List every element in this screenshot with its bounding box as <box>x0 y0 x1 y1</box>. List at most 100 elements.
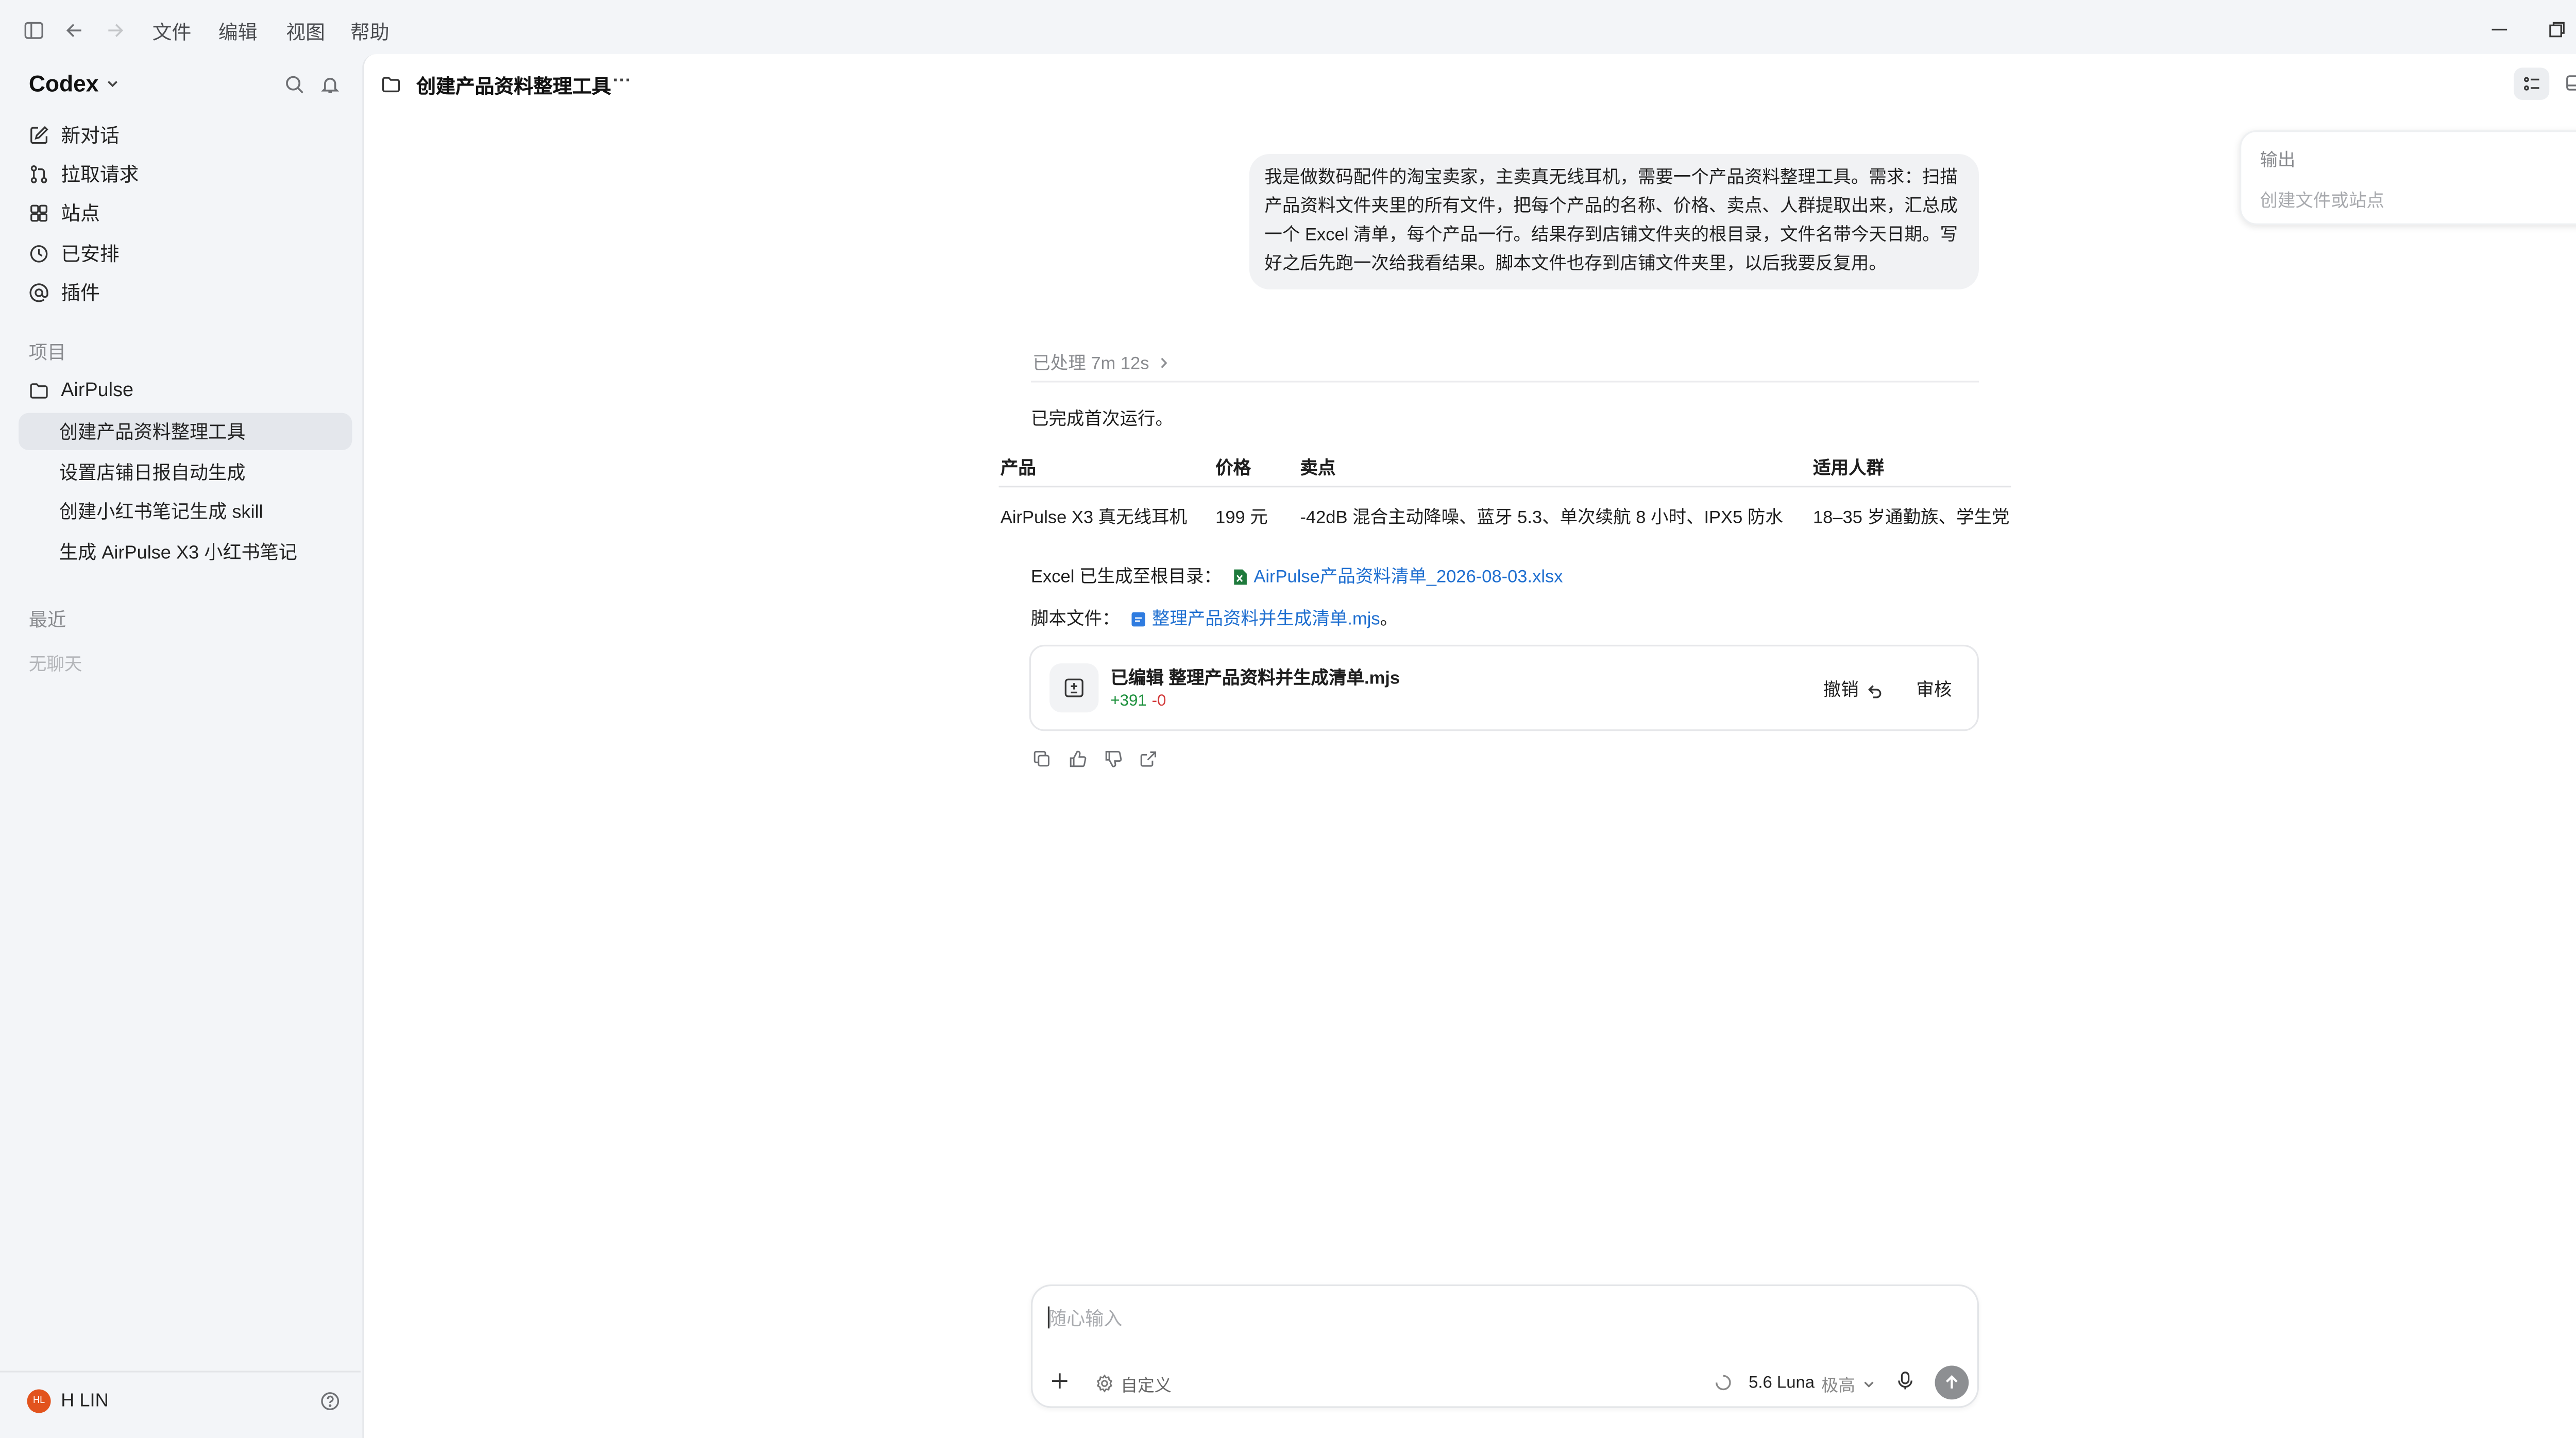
nav-plugins[interactable]: 插件 <box>29 278 100 308</box>
table-cell: 18–35 岁通勤族、学生党 <box>1812 507 2010 528</box>
back-arrow-icon[interactable] <box>64 20 84 40</box>
output-subtitle: 创建文件或站点 <box>2260 191 2384 212</box>
model-selector[interactable]: 5.6 Luna 极高 <box>1749 1371 1875 1396</box>
thumbs-up-icon[interactable] <box>1068 750 1087 768</box>
lines-added: +391 <box>1110 692 1147 711</box>
menu-file[interactable]: 文件 <box>152 19 192 46</box>
diff-stats: +391 -0 <box>1110 692 1166 711</box>
message-input[interactable]: 随心输入 <box>1048 1305 1962 1332</box>
thread-item[interactable]: 创建小红书笔记生成 skill <box>19 492 352 529</box>
thread-item[interactable]: 设置店铺日报自动生成 <box>19 454 352 491</box>
lines-removed: -0 <box>1151 692 1166 711</box>
nav-label: 插件 <box>61 284 100 305</box>
excel-file-icon <box>1232 568 1247 585</box>
file-diff-icon <box>1049 663 1099 713</box>
add-attachment-button[interactable] <box>1049 1371 1070 1391</box>
avatar: HL <box>27 1389 51 1413</box>
edited-file-title: 已编辑 整理产品资料并生成清单.mjs <box>1110 668 1400 689</box>
no-chats-text: 无聊天 <box>28 655 82 675</box>
forward-arrow-icon[interactable] <box>105 20 125 40</box>
share-icon[interactable] <box>1139 750 1158 768</box>
nav-label: 新对话 <box>61 127 120 147</box>
microphone-icon[interactable] <box>1896 1371 1914 1391</box>
undo-button[interactable]: 撤销 <box>1823 677 1883 702</box>
sidebar-divider <box>0 1371 361 1373</box>
menu-view[interactable]: 视图 <box>286 19 325 46</box>
plus-icon <box>1049 1371 1070 1391</box>
loading-spinner-icon <box>1715 1374 1732 1391</box>
review-button[interactable]: 审核 <box>1916 677 1952 702</box>
recent-heading: 最近 <box>28 611 66 631</box>
nav-label: 站点 <box>61 204 100 225</box>
table-header: 卖点 <box>1300 458 1336 479</box>
app-name-switcher[interactable]: Codex <box>29 71 121 96</box>
user-message-bubble: 我是做数码配件的淘宝卖家，主卖真无线耳机，需要一个产品资料整理工具。需求：扫描产… <box>1249 153 1979 289</box>
menu-help[interactable]: 帮助 <box>350 19 389 46</box>
custom-mode-button[interactable]: 自定义 <box>1095 1371 1172 1396</box>
output-title: 输出 <box>2260 150 2296 171</box>
app-window: 文件 编辑 视图 帮助 Codex 新对话 拉取请求 站点 已安排 插件 项目 … <box>0 0 2576 1438</box>
toggle-list-view-button[interactable] <box>2514 67 2550 100</box>
effort-level: 极高 <box>1821 1377 1855 1396</box>
table-header: 适用人群 <box>1812 458 1884 479</box>
pull-request-icon <box>29 164 49 184</box>
menu-edit[interactable]: 编辑 <box>218 19 258 46</box>
arrow-up-icon <box>1943 1374 1960 1391</box>
output-panel[interactable]: 输出 创建文件或站点 <box>2239 130 2576 225</box>
sidebar-toggle-icon[interactable] <box>24 20 44 40</box>
new-chat-icon <box>29 125 49 145</box>
edited-file-card: 已编辑 整理产品资料并生成清单.mjs +391 -0 撤销 审核 <box>1029 644 1979 731</box>
gear-icon <box>1095 1374 1114 1393</box>
script-file-link[interactable]: 整理产品资料并生成清单.mjs <box>1152 606 1380 631</box>
list-icon <box>2522 75 2541 93</box>
project-label: AirPulse <box>61 381 134 401</box>
nav-scheduled[interactable]: 已安排 <box>29 238 120 269</box>
processed-label: 已处理 7m 12s <box>1032 353 1149 374</box>
copy-icon[interactable] <box>1032 750 1051 768</box>
thumbs-down-icon[interactable] <box>1104 750 1122 768</box>
script-label: 脚本文件： <box>1030 609 1120 630</box>
user-profile[interactable]: HL H LIN <box>27 1389 109 1413</box>
thread-item[interactable]: 创建产品资料整理工具 <box>19 413 352 450</box>
nav-sites[interactable]: 站点 <box>29 198 100 228</box>
restore-icon[interactable] <box>2548 20 2566 39</box>
chevron-down-icon <box>106 76 121 92</box>
folder-icon <box>381 75 401 95</box>
script-suffix: 。 <box>1380 609 1398 630</box>
bell-icon[interactable] <box>320 75 340 95</box>
undo-label: 撤销 <box>1823 680 1859 701</box>
project-airpulse[interactable]: AirPulse <box>29 375 133 406</box>
user-name: H LIN <box>61 1391 109 1412</box>
excel-label: Excel 已生成至根目录： <box>1030 567 1222 588</box>
page-title: 创建产品资料整理工具 <box>416 78 612 98</box>
table-cell: AirPulse X3 真无线耳机 <box>1000 507 1188 528</box>
search-icon[interactable] <box>284 75 304 95</box>
table-header: 价格 <box>1215 458 1251 479</box>
composer: 随心输入 自定义 5.6 Luna 极高 <box>1030 1284 1979 1408</box>
model-name: 5.6 Luna <box>1749 1374 1815 1393</box>
minimize-icon[interactable] <box>2490 20 2509 39</box>
script-file-icon <box>1130 610 1145 627</box>
table-cell: -42dB 混合主动降噪、蓝牙 5.3、单次续航 8 小时、IPX5 防水 <box>1300 507 1783 528</box>
processed-toggle[interactable]: 已处理 7m 12s <box>1032 350 1171 375</box>
terminal-panel-icon[interactable] <box>2565 73 2576 93</box>
table-header: 产品 <box>1000 458 1036 479</box>
excel-file-link[interactable]: AirPulse产品资料清单_2026-08-03.xlsx <box>1253 563 1563 589</box>
script-line: 脚本文件： 整理产品资料并生成清单.mjs 。 <box>1031 606 1398 631</box>
send-button[interactable] <box>1935 1365 1969 1400</box>
thread-item[interactable]: 生成 AirPulse X3 小红书笔记 <box>19 533 352 570</box>
nav-label: 拉取请求 <box>61 165 139 186</box>
help-icon[interactable] <box>320 1391 340 1411</box>
divider <box>1030 381 1979 383</box>
nav-pull-requests[interactable]: 拉取请求 <box>29 159 139 190</box>
clock-icon <box>29 244 49 264</box>
nav-new-chat[interactable]: 新对话 <box>29 120 120 150</box>
undo-icon <box>1866 681 1883 698</box>
sites-icon <box>29 203 49 223</box>
projects-heading: 项目 <box>28 343 66 364</box>
more-options-button[interactable]: ··· <box>613 71 631 91</box>
first-run-text: 已完成首次运行。 <box>1030 409 1173 430</box>
chevron-down-icon <box>1862 1377 1875 1390</box>
app-name: Codex <box>28 71 99 97</box>
folder-icon <box>29 381 49 401</box>
